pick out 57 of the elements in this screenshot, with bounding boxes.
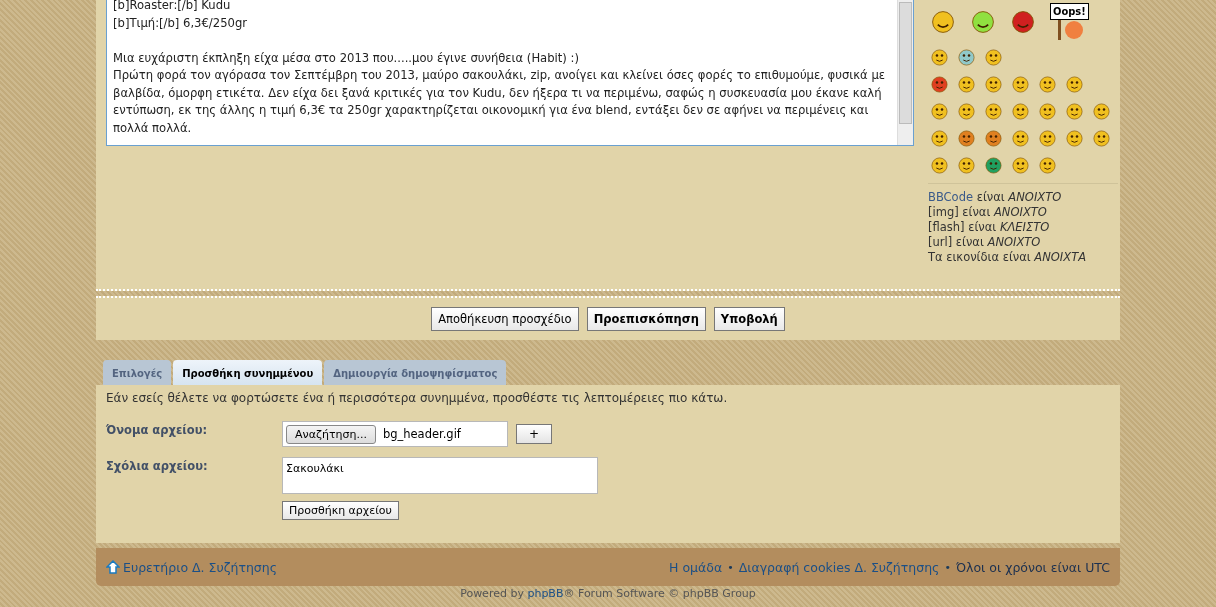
powered-by-text: Powered by phpBB® Forum Software © phpBB Group <box>459 587 757 600</box>
intro-text: Εάν εσείς θέλετε να φορτώσετε ένα ή περισσότερα συνημμένα, προσθέστε τις λεπτομέρειες πιο κάτω. <box>106 391 729 405</box>
bbcode-status-text: Τα εικονίδια είναι ΑΝΟΙΧΤΑ <box>928 250 1088 265</box>
bbcode-status-text: [url] είναι ΑΝΟΙΧΤΟ <box>928 235 1042 250</box>
smiley-icon[interactable] <box>1011 75 1030 94</box>
tab[interactable]: Προσθήκη συνημμένου <box>173 360 323 385</box>
smiley-icon[interactable] <box>957 102 976 121</box>
submit-bar-button[interactable]: Υποβολή <box>713 307 785 331</box>
smiley-icon[interactable] <box>930 102 949 121</box>
smiley-icon[interactable] <box>1038 129 1057 148</box>
smiley-icon[interactable] <box>984 102 1003 121</box>
smiley-icon[interactable] <box>1092 102 1111 121</box>
smiley-icon[interactable] <box>957 75 976 94</box>
bullet-separator: • <box>727 560 734 574</box>
smiley-icon[interactable] <box>1038 75 1057 94</box>
smiley-icon[interactable] <box>1010 8 1036 35</box>
smiley-icon[interactable] <box>957 48 976 67</box>
smiley-icon[interactable] <box>1011 102 1030 121</box>
add-field-button[interactable]: + <box>516 424 552 444</box>
smiley-icon[interactable] <box>930 156 949 175</box>
bbcode-status-text: [flash] είναι ΚΛΕΙΣΤΟ <box>928 220 1051 235</box>
submit-bar-button[interactable]: Αποθήκευση προσχέδιο <box>431 307 579 331</box>
smiley-icon[interactable] <box>1065 75 1084 94</box>
smiley-icon[interactable] <box>1011 129 1030 148</box>
smiley-icon[interactable] <box>957 156 976 175</box>
scrollbar[interactable] <box>897 0 913 145</box>
timezone-text: Όλοι οι χρόνοι είναι UTC <box>955 559 1110 575</box>
smiley-icon[interactable] <box>930 8 956 35</box>
field-label: Όνομα αρχείου: <box>106 422 209 437</box>
bbcode-status-text: [img] είναι ΑΝΟΙΧΤΟ <box>928 205 1048 220</box>
smiley-icon[interactable] <box>1065 129 1084 148</box>
smiley-icon[interactable] <box>984 75 1003 94</box>
smiley-icon[interactable] <box>984 156 1003 175</box>
message-textarea[interactable]: [b]Roaster:[/b] Kudu [b]Τιμή:[/b] 6,3€/250gr Μια ευχάριστη έκπληξη είχα μέσα στο 2013 που.....μου έγινε συνήθεια (Habit) :) Πρώτη φορά τον αγόρασα τον Σεπτέμβρη του 2013, μαύρο σακουλάκι, zip, ανοίγει και κλείνει όσες φορές το επιθυμούμε, φυσικά με βαλβίδα, όμορφη ετικέτα. Δεν είχα δει ξανά κριτικές για τον Kudu, δεν ήξερα τι να περιμένω, σαφώς η συσκευασία μου έκανε καλή εντύπωση, εκ της άλλης η τιμή 6,3€ τα 250gr χαρακτηρίζεται οικονομική για ένα blend, εντάξει δεν σε αφήνει να περιμένεις και πολλά πολλά. <box>106 0 914 146</box>
smiley-icon[interactable] <box>1065 102 1084 121</box>
submit-bar-button[interactable]: Προεπισκόπηση <box>586 307 706 331</box>
smiley-icon[interactable] <box>1038 102 1057 121</box>
browse-button[interactable]: Αναζήτηση... <box>286 424 376 444</box>
smiley-icon[interactable] <box>930 48 949 67</box>
smiley-icon[interactable] <box>1011 156 1030 175</box>
phpbb-link[interactable]: phpBB <box>527 587 564 600</box>
smiley-icon[interactable] <box>930 129 949 148</box>
bullet-separator: • <box>944 560 951 574</box>
smiley-icon[interactable] <box>930 75 949 94</box>
comment-field[interactable]: Σακουλάκι <box>282 457 598 494</box>
smiley-icon[interactable] <box>970 8 996 35</box>
smiley-icon[interactable] <box>984 129 1003 148</box>
file-field[interactable]: Αναζήτηση... bg_header.gif <box>282 421 508 447</box>
bbcode-status-text: BBCode είναι ΑΝΟΙΧΤΟ <box>928 190 1063 205</box>
bbcode-link[interactable]: BBCode <box>928 190 974 204</box>
field-label: Σχόλια αρχείου: <box>106 458 209 473</box>
smiley-icon[interactable] <box>957 129 976 148</box>
file-name-text: bg_header.gif <box>382 427 461 441</box>
smiley-icon[interactable] <box>1038 156 1057 175</box>
add-file-button[interactable]: Προσθήκη αρχείου <box>282 501 399 520</box>
smiley-icon[interactable] <box>984 48 1003 67</box>
smiley-icon[interactable] <box>1092 129 1111 148</box>
